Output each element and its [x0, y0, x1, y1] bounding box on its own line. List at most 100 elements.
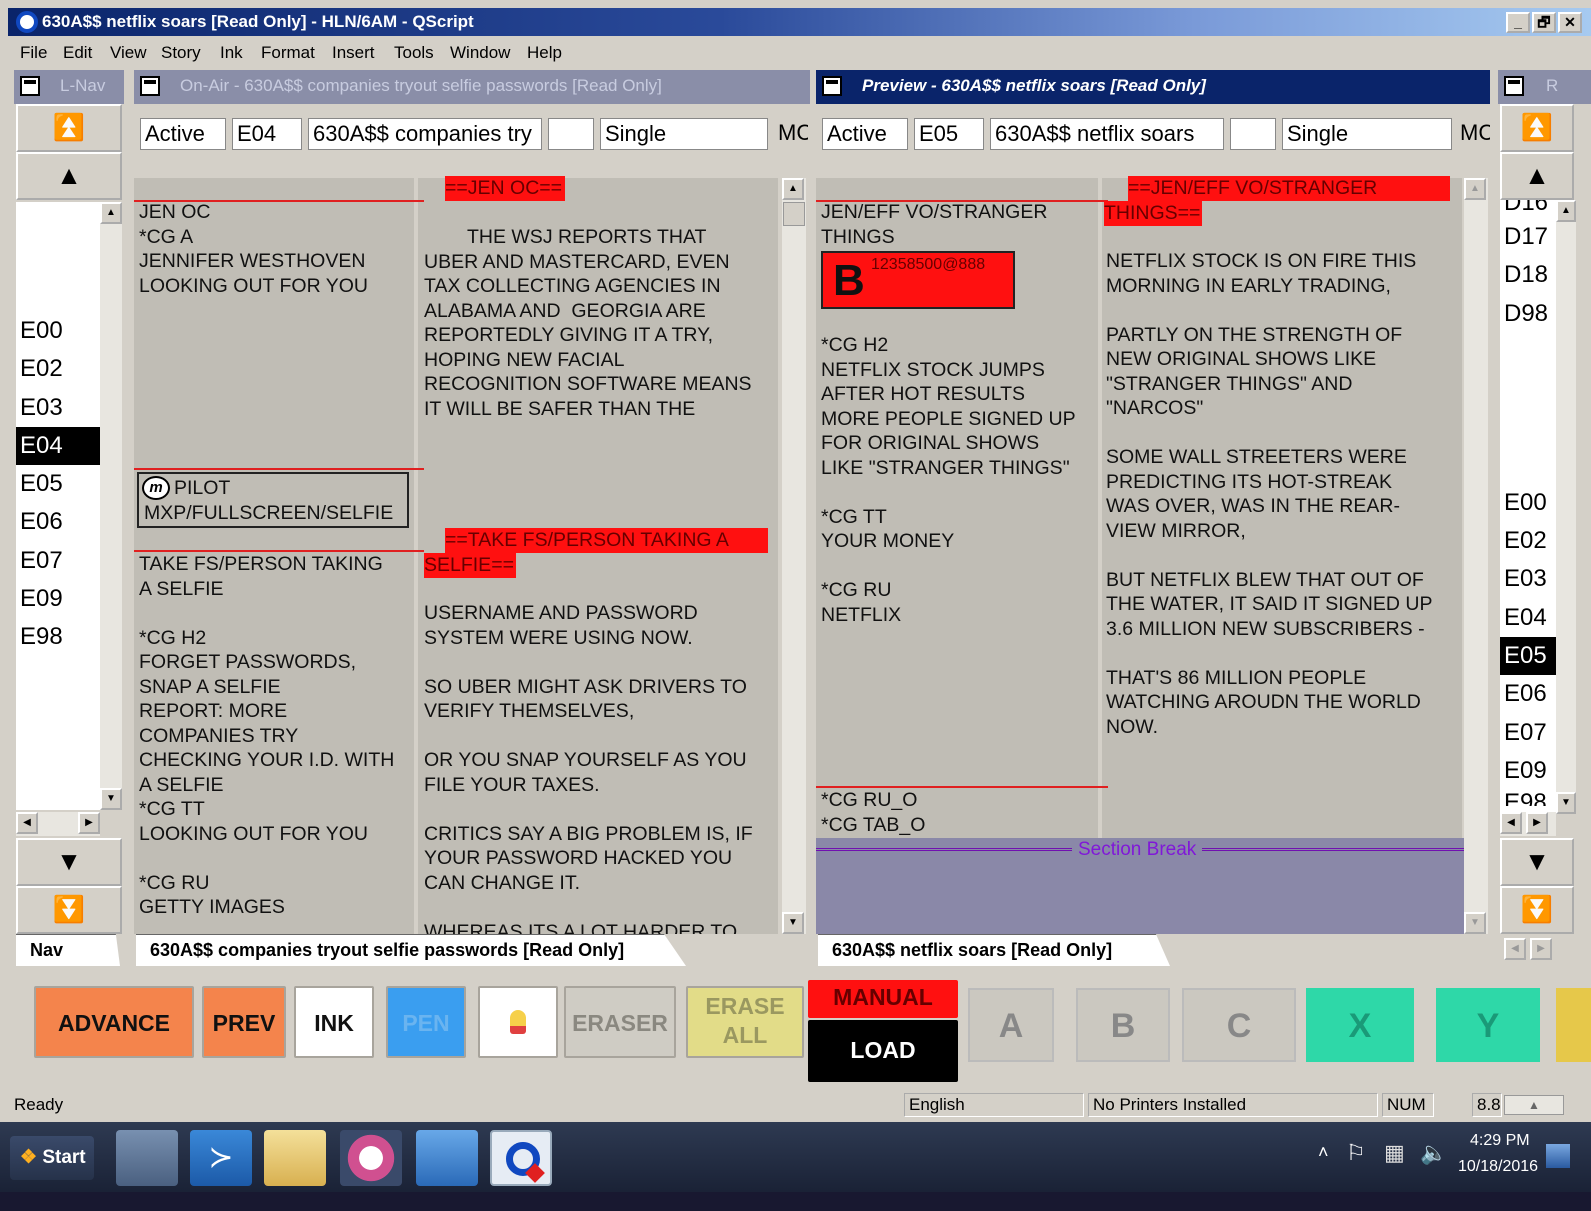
list-item-selected[interactable]: E05: [1500, 637, 1556, 676]
powershell-icon[interactable]: ≻: [190, 1130, 252, 1186]
scroll-right-icon[interactable]: ▶: [1530, 938, 1552, 960]
left-nav-scrollbar[interactable]: ▲ ▼: [100, 202, 122, 810]
right-nav-scrollbar[interactable]: ▲ ▼: [1556, 200, 1576, 814]
list-item[interactable]: D16: [1500, 200, 1556, 218]
scroll-up-icon[interactable]: ▲: [1464, 178, 1486, 200]
scroll-left-icon[interactable]: ◀: [1504, 938, 1526, 960]
pane-menu-icon[interactable]: [822, 76, 842, 96]
menu-format[interactable]: Format: [261, 43, 315, 63]
onair-blank-field[interactable]: [548, 118, 594, 150]
pane-menu-icon[interactable]: [20, 76, 40, 96]
list-item[interactable]: D17: [1500, 218, 1556, 256]
list-item[interactable]: E02: [1500, 522, 1556, 560]
menu-insert[interactable]: Insert: [332, 43, 375, 63]
onair-page-field[interactable]: E04: [232, 118, 302, 150]
load-button[interactable]: LOAD: [808, 1020, 958, 1082]
right-nav-prev-button[interactable]: ▲: [1500, 152, 1574, 200]
right-nav-next-button[interactable]: ▼: [1500, 838, 1574, 886]
ink-button[interactable]: INK: [294, 986, 374, 1058]
scroll-right-icon[interactable]: ▶: [1526, 812, 1548, 834]
manual-button[interactable]: MANUAL: [808, 980, 958, 1018]
preview-tab[interactable]: 630A$$ netflix soars [Read Only]: [818, 934, 1170, 966]
show-hidden-icons-icon[interactable]: ˄: [1318, 1142, 1329, 1163]
list-item-selected[interactable]: E04: [16, 426, 100, 466]
right-nav-tab-scroller[interactable]: ◀ ▶: [1500, 934, 1562, 964]
eraser-button[interactable]: ERASER: [564, 986, 676, 1058]
pane-menu-icon[interactable]: [140, 76, 160, 96]
network-icon[interactable]: ▦: [1384, 1140, 1405, 1166]
c-button[interactable]: C: [1182, 988, 1296, 1062]
prev-button[interactable]: PREV: [202, 986, 286, 1058]
right-nav-first-button[interactable]: ⏫: [1500, 104, 1574, 152]
scroll-down-icon[interactable]: ▼: [782, 912, 804, 934]
qscript-taskbar-icon[interactable]: [490, 1130, 552, 1186]
preview-format-field[interactable]: Single: [1282, 118, 1452, 150]
list-item[interactable]: E09: [1500, 752, 1556, 790]
menu-edit[interactable]: Edit: [63, 43, 92, 63]
scroll-right-icon[interactable]: ▶: [78, 812, 100, 834]
list-item[interactable]: E06: [16, 503, 100, 541]
left-nav-hscrollbar[interactable]: ◀ ▶: [16, 812, 100, 836]
action-center-flag-icon[interactable]: ⚐: [1346, 1140, 1366, 1166]
scroll-up-icon[interactable]: ▲: [1556, 200, 1576, 222]
file-explorer-icon[interactable]: [264, 1130, 326, 1186]
teamviewer-icon[interactable]: [416, 1130, 478, 1186]
list-item[interactable]: E98: [16, 618, 100, 656]
list-item[interactable]: E07: [1500, 714, 1556, 752]
right-nav-hscrollbar[interactable]: ◀ ▶: [1500, 812, 1556, 836]
onair-tab[interactable]: 630A$$ companies tryout selfie passwords…: [136, 934, 686, 966]
scroll-up-icon[interactable]: ▲: [100, 202, 122, 224]
menu-story[interactable]: Story: [161, 43, 201, 63]
scroll-up-icon[interactable]: ▲: [782, 178, 804, 200]
a-button[interactable]: A: [968, 988, 1054, 1062]
server-manager-icon[interactable]: [116, 1130, 178, 1186]
start-button[interactable]: ❖ Start: [10, 1136, 94, 1180]
nav-last-button[interactable]: ⏬: [16, 886, 122, 934]
list-item[interactable]: D18: [1500, 256, 1556, 294]
y-button[interactable]: Y: [1436, 988, 1540, 1062]
nav-next-button[interactable]: ▼: [16, 838, 122, 886]
onair-slug-field[interactable]: 630A$$ companies try: [308, 118, 542, 150]
list-item[interactable]: E07: [16, 542, 100, 580]
menu-file[interactable]: File: [20, 43, 47, 63]
list-item[interactable]: E04: [1500, 599, 1556, 637]
nav-prev-button[interactable]: ▲: [16, 152, 122, 200]
onair-format-field[interactable]: Single: [600, 118, 768, 150]
list-item[interactable]: D98: [1500, 295, 1556, 333]
menu-help[interactable]: Help: [527, 43, 562, 63]
pen-button[interactable]: PEN: [386, 986, 466, 1058]
scroll-left-icon[interactable]: ◀: [1500, 812, 1522, 834]
preview-status-field[interactable]: Active: [822, 118, 908, 150]
show-desktop-icon[interactable]: [1546, 1144, 1570, 1168]
list-item[interactable]: E03: [16, 389, 100, 427]
onair-status-field[interactable]: Active: [140, 118, 226, 150]
b-button[interactable]: B: [1076, 988, 1170, 1062]
advance-button[interactable]: ADVANCE: [34, 986, 194, 1058]
list-item[interactable]: E00: [16, 312, 100, 350]
highlighter-button[interactable]: [478, 986, 558, 1058]
status-scroll-up-icon[interactable]: ▲: [1504, 1095, 1564, 1115]
menu-ink[interactable]: Ink: [220, 43, 243, 63]
minimize-button[interactable]: _: [1506, 12, 1530, 33]
list-item[interactable]: E09: [16, 580, 100, 618]
x-button[interactable]: X: [1306, 988, 1414, 1062]
list-item[interactable]: E98: [1500, 790, 1556, 806]
clock-date[interactable]: 10/18/2016: [1458, 1158, 1538, 1176]
preview-page-field[interactable]: E05: [914, 118, 984, 150]
scroll-thumb[interactable]: [783, 202, 805, 226]
scroll-down-icon[interactable]: ▼: [100, 788, 122, 810]
clock-time[interactable]: 4:29 PM: [1470, 1132, 1530, 1150]
volume-muted-icon[interactable]: 🔈: [1420, 1140, 1447, 1166]
scroll-down-icon[interactable]: ▼: [1556, 792, 1576, 814]
list-item[interactable]: E00: [1500, 484, 1556, 522]
preview-scrollbar[interactable]: ▲ ▼: [1464, 178, 1488, 934]
restore-button[interactable]: 🗗: [1532, 12, 1556, 33]
menu-view[interactable]: View: [110, 43, 147, 63]
erase-all-button[interactable]: ERASE ALL: [686, 986, 804, 1058]
nav-first-button[interactable]: ⏫: [16, 104, 122, 152]
preview-slug-field[interactable]: 630A$$ netflix soars: [990, 118, 1224, 150]
q-app-icon[interactable]: [340, 1130, 402, 1186]
list-item[interactable]: E03: [1500, 560, 1556, 598]
left-nav-tab[interactable]: Nav: [16, 934, 120, 966]
scroll-left-icon[interactable]: ◀: [16, 812, 38, 834]
